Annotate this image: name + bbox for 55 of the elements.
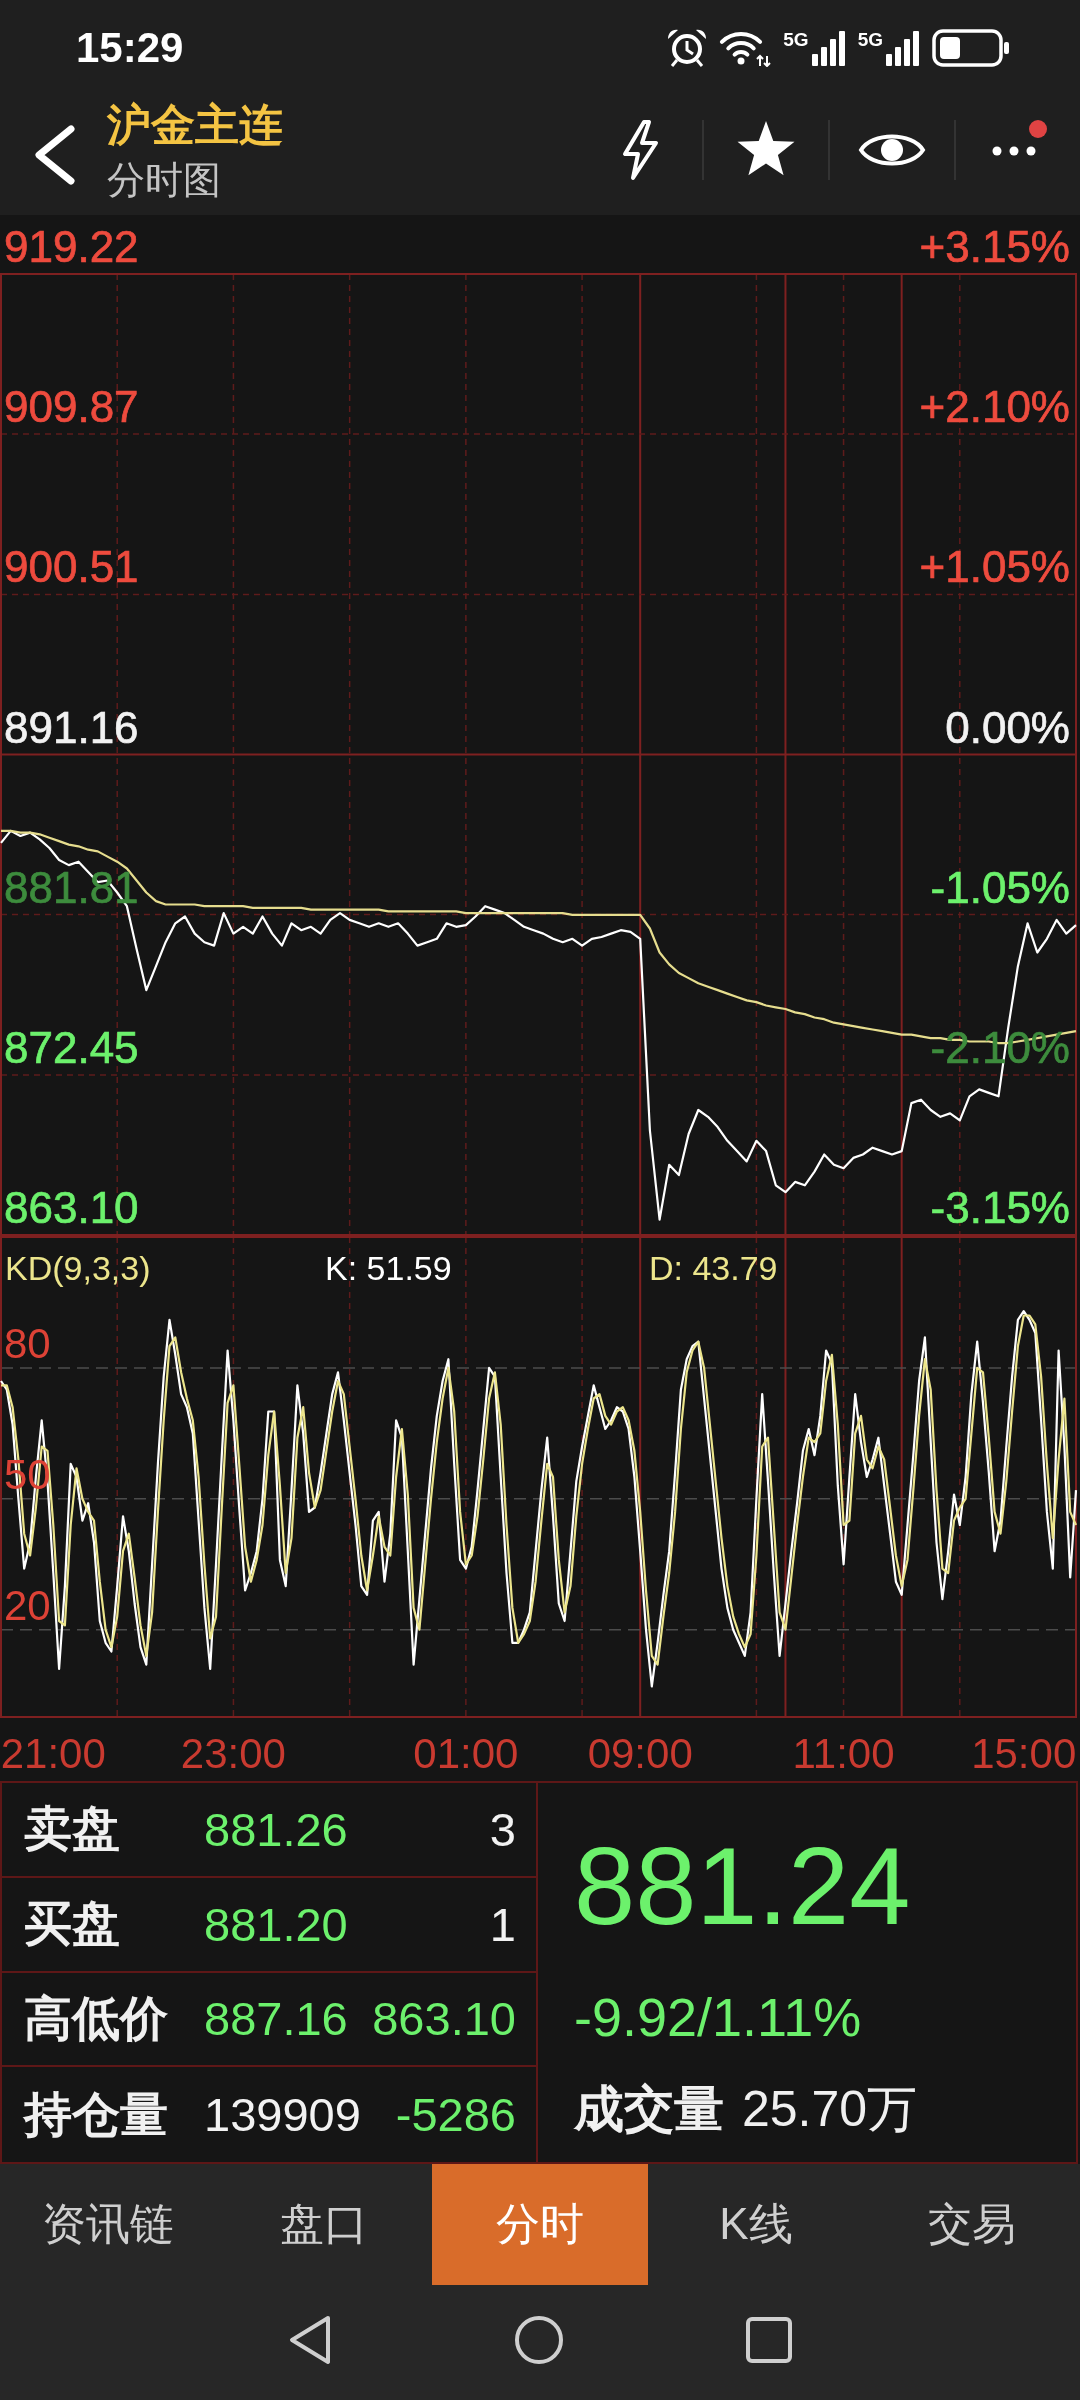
change-percent-label: +2.10% [919,382,1070,432]
quote-field-label: 买盘 [24,1896,121,1953]
status-time: 15:29 [76,23,184,72]
quote-field-label: 卖盘 [24,1801,121,1858]
view-tab[interactable]: 盘口 [216,2164,432,2285]
kd-axis-label: 20 [4,1581,51,1629]
change-percent-label: -3.15% [930,1183,1070,1232]
time-axis-label: 11:00 [792,1730,895,1777]
volume-label: 成交量 [574,2081,724,2137]
time-axis-label: 09:00 [587,1730,693,1777]
quote-field-label: 高低价 [24,1990,169,2047]
quote-field-label: 持仓量 [24,2086,169,2143]
change-percent-label: -1.05% [930,862,1070,912]
time-axis-label: 23:00 [180,1730,286,1777]
alarm-icon [667,28,708,67]
view-tab[interactable]: 交易 [864,2164,1080,2285]
quote-value: 1 [489,1896,516,1952]
kd-axis-label: 80 [4,1319,51,1367]
indicator-title: KD(9,3,3) [5,1249,151,1287]
quote-value: 887.16 [204,1991,348,2047]
quote-value: 881.26 [204,1801,348,1857]
volume-value: 25.70万 [742,2081,918,2137]
price-change: -9.92/1.11% [574,1989,862,2045]
price-scale-label: 900.51 [4,542,139,592]
change-percent-label: +1.05% [919,542,1070,592]
signal-icon [811,29,846,66]
price-scale-label: 891.16 [4,702,139,752]
time-axis-label: 21:00 [0,1730,106,1777]
price-scale-label: 919.22 [4,222,139,271]
instrument-title: 沪金主连 [107,101,283,149]
quote-value: -5286 [395,2087,516,2143]
last-price: 881.24 [574,1831,911,1941]
view-tab[interactable]: 资讯链 [0,2164,216,2285]
square-icon[interactable] [746,2316,792,2363]
price-scale-label: 872.45 [4,1022,139,1072]
time-axis-label: 01:00 [413,1730,519,1777]
quote-value: 3 [489,1801,516,1857]
network-type-label: 5G [783,29,809,49]
k-value-label: K: 51.59 [325,1249,452,1287]
quote-value: 881.20 [204,1896,348,1952]
chart-subtitle: 分时图 [107,159,222,201]
network-type-label: 5G [857,29,883,49]
signal-icon [886,29,920,66]
price-scale-label: 909.87 [4,382,139,432]
time-axis-label: 15:00 [971,1730,1077,1777]
battery-icon [932,28,1010,67]
change-percent-label: 0.00% [945,702,1070,752]
back-icon[interactable] [288,2314,332,2365]
d-value-label: D: 43.79 [649,1249,778,1287]
quote-value: 863.10 [372,1991,516,2047]
change-percent-label: +3.15% [919,222,1070,271]
home-icon[interactable] [514,2314,564,2365]
quote-value: 139909 [204,2087,361,2143]
view-tab[interactable]: K线 [648,2164,864,2285]
price-scale-label: 863.10 [4,1183,139,1232]
